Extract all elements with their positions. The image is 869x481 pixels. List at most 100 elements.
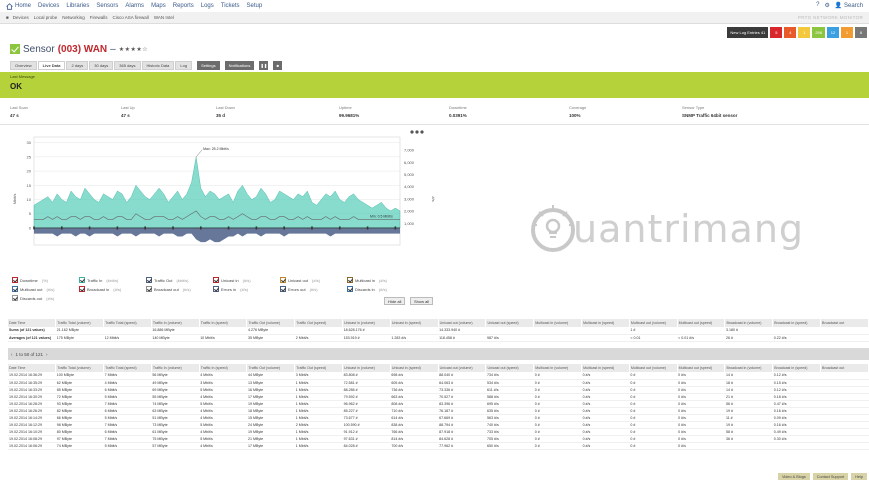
- legend-checkbox[interactable]: [12, 286, 18, 292]
- column-header[interactable]: Traffic Out (volume): [246, 319, 296, 327]
- breadcrumb-item[interactable]: Local probe: [34, 15, 58, 20]
- legend-checkbox[interactable]: [347, 277, 353, 283]
- legend-item[interactable]: Multicast in (#/s): [347, 277, 387, 283]
- legend-item[interactable]: Unicast out (#/s): [280, 277, 320, 283]
- breadcrumb-item[interactable]: Networking: [62, 15, 85, 20]
- column-header[interactable]: Traffic In (speed): [199, 319, 248, 327]
- pager-prev-icon[interactable]: ‹: [11, 352, 13, 357]
- tab-live-data[interactable]: Live Data: [37, 61, 66, 70]
- column-header[interactable]: Broadcast in (volume): [724, 319, 774, 327]
- column-header[interactable]: Multicast in (volume): [533, 319, 583, 327]
- column-header[interactable]: Unicast out (volume): [438, 319, 487, 327]
- legend-checkbox[interactable]: [213, 286, 219, 292]
- nav-item-libraries[interactable]: Libraries: [66, 3, 89, 9]
- nav-item-maps[interactable]: Maps: [151, 3, 166, 9]
- contact-supportbutton[interactable]: Contact Support: [812, 473, 849, 480]
- breadcrumb-item[interactable]: Devices: [13, 15, 29, 20]
- legend-item[interactable]: Traffic Out (kbit/s): [146, 277, 188, 283]
- pager-next-icon[interactable]: ›: [46, 352, 48, 357]
- new-log-entries-button[interactable]: New Log Entries 41: [727, 27, 769, 38]
- nav-item-sensors[interactable]: Sensors: [96, 3, 118, 9]
- column-header[interactable]: Unicast in (volume): [342, 319, 391, 327]
- column-header[interactable]: Broadcast in (volume): [724, 364, 774, 372]
- alarm-count-button[interactable]: 4: [784, 27, 797, 38]
- column-header[interactable]: Multicast out (volume): [629, 319, 678, 327]
- tab-2-days[interactable]: 2 days: [66, 61, 89, 70]
- column-header[interactable]: Multicast out (volume): [629, 364, 678, 372]
- nav-item-home[interactable]: Home: [15, 3, 31, 9]
- alarm-count-button[interactable]: 12: [827, 27, 839, 38]
- notifications-button[interactable]: Notifications: [224, 61, 255, 70]
- legend-checkbox[interactable]: [12, 295, 18, 301]
- column-header[interactable]: Broadcast out: [820, 364, 869, 372]
- column-header[interactable]: Unicast in (speed): [390, 319, 439, 327]
- video-blogsbutton[interactable]: Video & Blogs: [777, 473, 810, 480]
- legend-checkbox[interactable]: [146, 277, 152, 283]
- priority-stars[interactable]: ★★★★☆: [119, 46, 148, 53]
- column-header[interactable]: Traffic Total (speed): [103, 364, 152, 372]
- legend-item[interactable]: Discards out (#/s): [12, 295, 54, 301]
- tab-log[interactable]: Log: [175, 61, 193, 70]
- alarm-count-button[interactable]: 1: [841, 27, 853, 38]
- column-header[interactable]: Traffic Total (speed): [103, 319, 152, 327]
- show-all-button[interactable]: Show all: [410, 297, 434, 305]
- legend-checkbox[interactable]: [213, 277, 219, 283]
- legend-item[interactable]: Errors out (#/s): [280, 286, 318, 292]
- legend-item[interactable]: Errors in (#/s): [213, 286, 248, 292]
- column-header[interactable]: Traffic Out (speed): [294, 319, 344, 327]
- column-header[interactable]: Traffic Out (volume): [246, 364, 296, 372]
- legend-item[interactable]: Broadcast in (#/s): [79, 286, 121, 292]
- breadcrumb-item[interactable]: WAN Intel: [154, 15, 174, 20]
- column-header[interactable]: Multicast out (speed): [677, 364, 726, 372]
- pause-icon[interactable]: ❚❚: [259, 61, 269, 70]
- column-header[interactable]: Traffic In (volume): [151, 319, 200, 327]
- column-header[interactable]: Multicast out (speed): [677, 319, 726, 327]
- column-header[interactable]: Unicast out (speed): [485, 364, 535, 372]
- tab-30-days[interactable]: 30 days: [89, 61, 114, 70]
- legend-checkbox[interactable]: [79, 286, 85, 292]
- nav-item-alarms[interactable]: Alarms: [125, 3, 144, 9]
- helpbutton[interactable]: Help: [851, 473, 867, 480]
- legend-item[interactable]: Multicast out (#/s): [12, 286, 54, 292]
- column-header[interactable]: Multicast in (speed): [581, 364, 630, 372]
- nav-item-tickets[interactable]: Tickets: [221, 3, 240, 9]
- legend-item[interactable]: Unicast in (#/s): [213, 277, 251, 283]
- nav-item-setup[interactable]: Setup: [247, 3, 263, 9]
- column-header[interactable]: Traffic Out (speed): [294, 364, 344, 372]
- help-icon[interactable]: ?: [816, 2, 819, 9]
- column-header[interactable]: Broadcast out: [820, 319, 869, 327]
- legend-checkbox[interactable]: [347, 286, 353, 292]
- column-header[interactable]: Traffic In (speed): [199, 364, 248, 372]
- gear-icon[interactable]: ⚙: [824, 2, 829, 9]
- column-header[interactable]: Broadcast in (speed): [772, 364, 822, 372]
- column-header[interactable]: Date Time: [8, 319, 57, 327]
- column-header[interactable]: Broadcast in (speed): [772, 319, 822, 327]
- square-icon[interactable]: ■: [273, 61, 283, 70]
- home-icon[interactable]: [6, 2, 13, 10]
- alarm-count-button[interactable]: 8: [855, 27, 867, 38]
- breadcrumb-item[interactable]: Firewalls: [90, 15, 108, 20]
- column-header[interactable]: Unicast out (volume): [438, 364, 487, 372]
- column-header[interactable]: Multicast in (speed): [581, 319, 630, 327]
- legend-checkbox[interactable]: [12, 277, 18, 283]
- legend-checkbox[interactable]: [146, 286, 152, 292]
- legend-item[interactable]: Broadcast out (#/s): [146, 286, 191, 292]
- column-header[interactable]: Traffic Total (volume): [55, 319, 105, 327]
- alarm-count-button[interactable]: 298: [812, 27, 825, 38]
- legend-checkbox[interactable]: [280, 286, 286, 292]
- hide-all-button[interactable]: Hide all: [384, 297, 406, 305]
- column-header[interactable]: Unicast in (volume): [342, 364, 391, 372]
- legend-item[interactable]: Downtime (%): [12, 277, 48, 283]
- column-header[interactable]: Unicast out (speed): [485, 319, 535, 327]
- column-header[interactable]: Traffic Total (volume): [55, 364, 105, 372]
- legend-item[interactable]: Discards in (#/s): [347, 286, 387, 292]
- tab-365-days[interactable]: 365 days: [114, 61, 141, 70]
- user-search-icon[interactable]: 👤 Search: [835, 2, 863, 9]
- column-header[interactable]: Multicast in (volume): [533, 364, 583, 372]
- settings-button[interactable]: Settings: [197, 61, 220, 70]
- column-header[interactable]: Date Time: [8, 364, 57, 372]
- column-header[interactable]: Unicast in (speed): [390, 364, 439, 372]
- legend-item[interactable]: Traffic In (kbit/s): [79, 277, 118, 283]
- tab-historic-data[interactable]: Historic Data: [141, 61, 175, 70]
- tab-overview[interactable]: Overview: [10, 61, 37, 70]
